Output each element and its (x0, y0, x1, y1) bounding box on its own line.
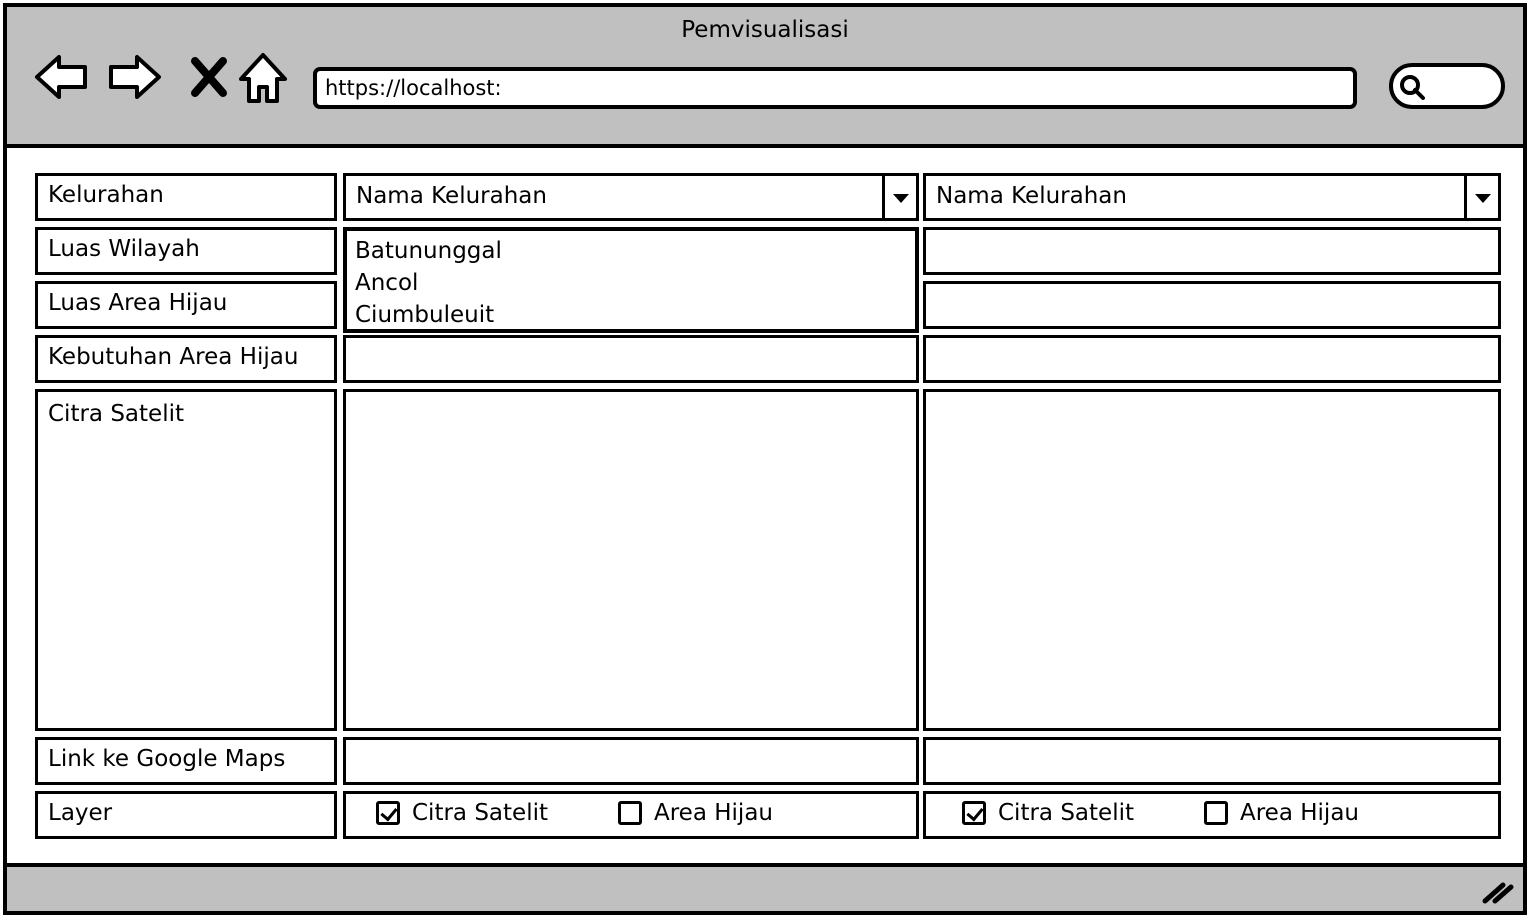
window-title: Pemvisualisasi (681, 17, 849, 43)
right-layer-hijau-label: Area Hijau (1240, 800, 1359, 826)
resize-grip-icon[interactable] (1481, 879, 1515, 905)
left-citra-satelit-view (343, 389, 919, 731)
left-kelurahan-dropdown-list: Batununggal Ancol Ciumbuleuit (343, 227, 919, 333)
home-icon[interactable] (235, 49, 291, 105)
dropdown-option-ancol[interactable]: Ancol (355, 267, 907, 299)
search-input[interactable] (1389, 63, 1505, 109)
right-layer-citra-satelit[interactable]: Citra Satelit (962, 800, 1134, 826)
browser-toolbar: Pemvisualisasi https://localhost: (7, 7, 1523, 148)
right-maps-link-field[interactable] (923, 737, 1501, 785)
left-maps-link-field[interactable] (343, 737, 919, 785)
right-kelurahan-select[interactable]: Nama Kelurahan (923, 173, 1501, 221)
right-citra-satelit-view (923, 389, 1501, 731)
checkbox-checked[interactable] (962, 801, 986, 825)
left-layer-citra-satelit[interactable]: Citra Satelit (376, 800, 548, 826)
forward-arrow-icon[interactable] (107, 49, 163, 105)
left-layer-hijau-label: Area Hijau (654, 800, 773, 826)
right-layer-options: Citra Satelit Area Hijau (923, 791, 1501, 839)
back-arrow-icon[interactable] (33, 49, 89, 105)
left-kelurahan-select[interactable]: Nama Kelurahan (343, 173, 919, 221)
label-layer: Layer (35, 791, 337, 839)
label-link-maps: Link ke Google Maps (35, 737, 337, 785)
left-layer-citra-label: Citra Satelit (412, 800, 548, 826)
right-luas-area-hijau-field (923, 281, 1501, 329)
url-input[interactable]: https://localhost: (313, 67, 1357, 109)
dropdown-option-ciumbuleuit[interactable]: Ciumbuleuit (355, 299, 907, 331)
label-kebutuhan-area-hijau: Kebutuhan Area Hijau (35, 335, 337, 383)
left-layer-area-hijau[interactable]: Area Hijau (618, 800, 773, 826)
right-layer-citra-label: Citra Satelit (998, 800, 1134, 826)
left-layer-options: Citra Satelit Area Hijau (343, 791, 919, 839)
checkbox-checked[interactable] (376, 801, 400, 825)
right-kebutuhan-field (923, 335, 1501, 383)
right-luas-wilayah-field (923, 227, 1501, 275)
checkbox-unchecked[interactable] (618, 801, 642, 825)
chevron-down-icon[interactable] (882, 176, 916, 218)
checkbox-unchecked[interactable] (1204, 801, 1228, 825)
close-icon[interactable] (181, 49, 237, 105)
search-icon (1400, 75, 1425, 100)
label-luas-area-hijau: Luas Area Hijau (35, 281, 337, 329)
status-bar (7, 863, 1523, 911)
label-citra-satelit: Citra Satelit (35, 389, 337, 731)
left-kebutuhan-field (343, 335, 919, 383)
label-luas-wilayah: Luas Wilayah (35, 227, 337, 275)
browser-window: Pemvisualisasi https://localhost: Kelura… (3, 3, 1527, 915)
dropdown-option-batununggal[interactable]: Batununggal (355, 235, 907, 267)
left-select-value: Nama Kelurahan (356, 183, 547, 209)
right-layer-area-hijau[interactable]: Area Hijau (1204, 800, 1359, 826)
right-select-value: Nama Kelurahan (936, 183, 1127, 209)
label-kelurahan: Kelurahan (35, 173, 337, 221)
chevron-down-icon[interactable] (1464, 176, 1498, 218)
